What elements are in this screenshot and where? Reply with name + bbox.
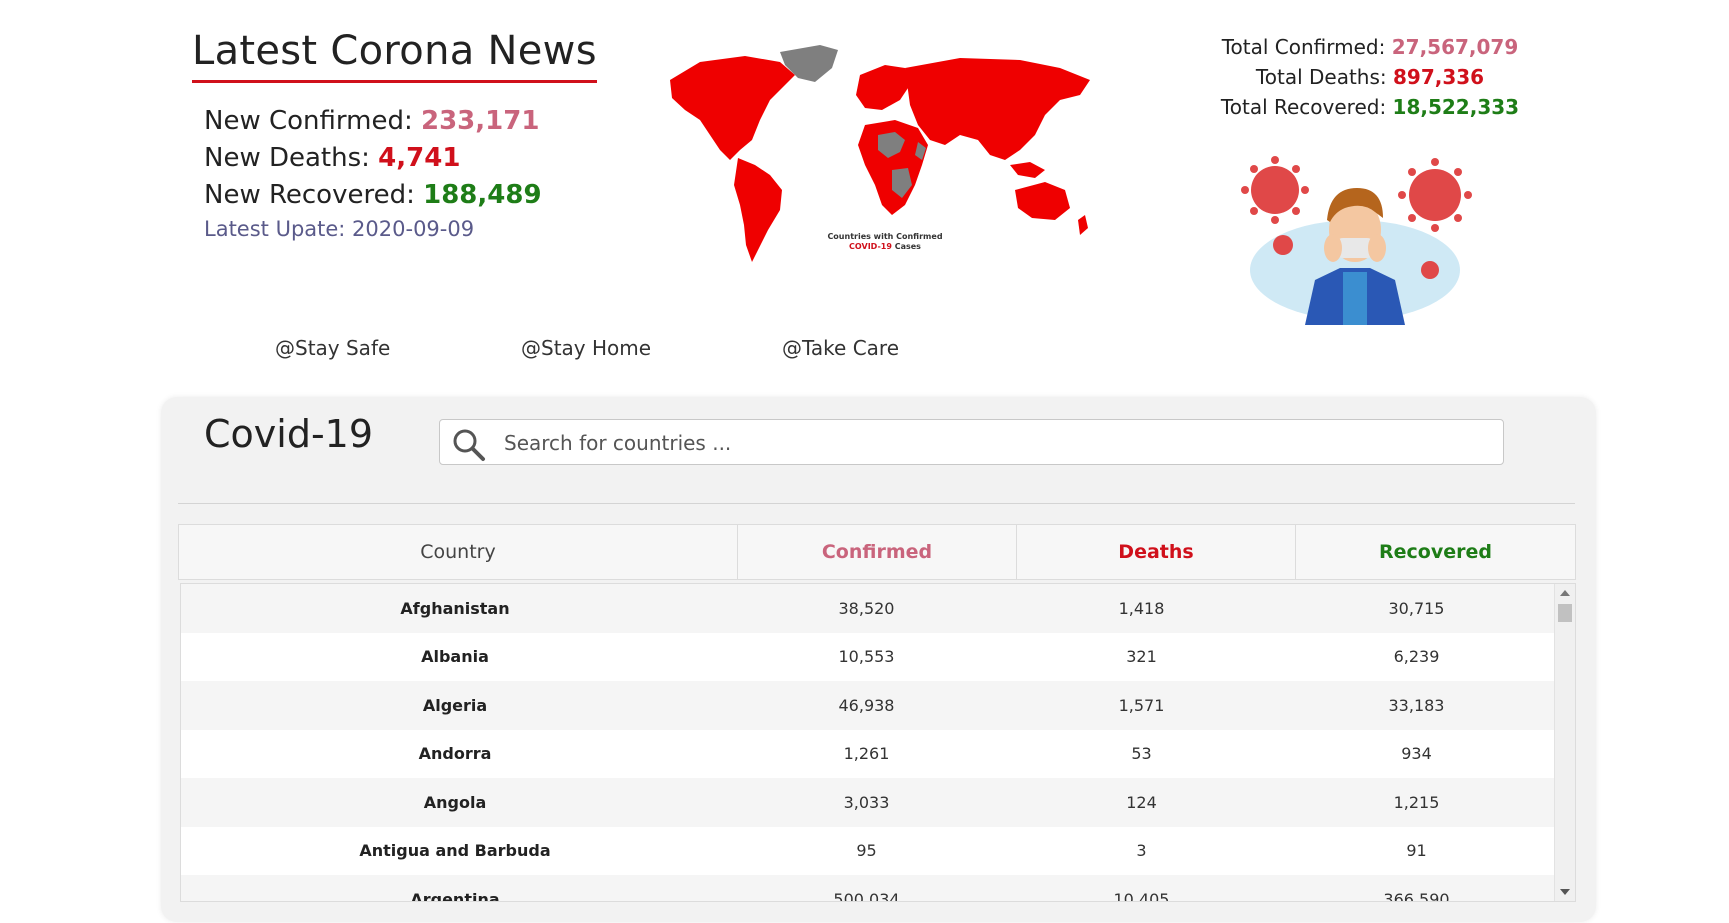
panel-title: Covid-19 [204, 412, 374, 456]
total-confirmed-value: 27,567,079 [1391, 35, 1519, 59]
scroll-up-arrow-icon[interactable] [1560, 590, 1570, 596]
cell-recovered: 934 [1401, 744, 1432, 764]
cell-deaths: 10,405 [1113, 889, 1170, 902]
masked-person-illustration [1241, 156, 1472, 325]
cell-recovered: 6,239 [1393, 647, 1440, 667]
hand-left [1324, 234, 1342, 262]
north-america-shape [670, 56, 795, 160]
south-america-shape [734, 158, 782, 262]
cell-confirmed: 500,034 [833, 889, 900, 902]
tag-stay-safe: @Stay Safe [275, 336, 391, 360]
cell-confirmed: 1,261 [843, 744, 890, 764]
asia-shape [905, 58, 1090, 160]
map-caption-line1: Countries with Confirmed [827, 232, 943, 241]
cell-deaths: 321 [1126, 647, 1157, 667]
new-deaths-value: 4,741 [378, 143, 461, 173]
new-zealand-shape [1078, 215, 1088, 235]
table-row[interactable]: Algeria 46,938 1,571 33,183 [181, 681, 1555, 730]
cell-recovered: 1,215 [1393, 792, 1440, 812]
virus-icon-right [1398, 158, 1472, 232]
scroll-down-arrow-icon[interactable] [1560, 889, 1570, 895]
new-recovered: New Recovered: 188,489 [204, 177, 542, 214]
person-shirt-stripes [1343, 272, 1367, 325]
cell-country: Albania [421, 647, 489, 667]
total-deaths: Total Deaths: 897,336 [1180, 62, 1560, 92]
total-stats: Total Confirmed: 27,567,079 Total Deaths… [1180, 32, 1560, 122]
total-recovered-label: Total Recovered: [1220, 95, 1387, 119]
australia-shape [1015, 182, 1070, 220]
cell-confirmed: 95 [856, 841, 877, 861]
table-row[interactable]: Angola 3,033 124 1,215 [181, 778, 1555, 827]
header-deaths[interactable]: Deaths [1017, 525, 1296, 579]
table-row[interactable]: Argentina 500,034 10,405 366,590 [181, 875, 1555, 902]
table-row[interactable]: Andorra 1,261 53 934 [181, 729, 1555, 778]
sea-islands-shape [1010, 162, 1045, 178]
cell-deaths: 1,571 [1118, 695, 1165, 715]
table-row[interactable]: Albania 10,553 321 6,239 [181, 632, 1555, 681]
search-icon [453, 429, 485, 461]
total-confirmed: Total Confirmed: 27,567,079 [1180, 32, 1560, 62]
new-stats: New Confirmed: 233,171 New Deaths: 4,741… [204, 103, 542, 244]
cell-country: Argentina [410, 889, 500, 902]
europe-shape [856, 65, 910, 110]
total-recovered: Total Recovered: 18,522,333 [1180, 92, 1560, 122]
header-recovered[interactable]: Recovered [1296, 525, 1575, 579]
page-title: Latest Corona News [192, 28, 597, 83]
cell-deaths: 53 [1131, 744, 1152, 764]
table-scrollbar[interactable] [1554, 584, 1575, 901]
cell-deaths: 124 [1126, 792, 1157, 812]
cell-recovered: 33,183 [1388, 695, 1445, 715]
latest-update: Latest Upate: 2020-09-09 [204, 217, 475, 241]
cell-country: Algeria [422, 695, 488, 715]
new-confirmed: New Confirmed: 233,171 [204, 103, 542, 140]
map-caption-line2: COVID-19 Cases [825, 242, 945, 252]
virus-icon-small-right [1421, 261, 1439, 279]
map-caption: Countries with Confirmed COVID-19 Cases [825, 232, 945, 252]
virus-icon-left [1241, 156, 1309, 224]
tag-take-care: @Take Care [782, 336, 900, 360]
cell-recovered: 91 [1406, 841, 1427, 861]
total-confirmed-label: Total Confirmed: [1221, 35, 1386, 59]
cell-country: Afghanistan [400, 598, 510, 618]
table-header: Country Confirmed Deaths Recovered [178, 524, 1576, 580]
table-row[interactable]: Antigua and Barbuda 95 3 91 [181, 826, 1555, 875]
cell-recovered: 30,715 [1388, 598, 1445, 618]
search-box[interactable] [439, 419, 1504, 466]
new-deaths: New Deaths: 4,741 [204, 140, 542, 177]
new-deaths-label: New Deaths: [204, 143, 370, 173]
header-country[interactable]: Country [179, 525, 738, 579]
cell-confirmed: 38,520 [838, 598, 895, 618]
cell-deaths: 3 [1136, 841, 1147, 861]
cell-deaths: 1,418 [1118, 598, 1165, 618]
cell-confirmed: 3,033 [843, 792, 890, 812]
total-deaths-label: Total Deaths: [1255, 65, 1387, 89]
map-caption-red: COVID-19 [849, 242, 892, 251]
map-caption-rest: Cases [894, 242, 921, 251]
header-confirmed[interactable]: Confirmed [738, 525, 1017, 579]
cell-country: Antigua and Barbuda [359, 841, 551, 861]
tag-stay-home: @Stay Home [521, 336, 652, 360]
new-confirmed-value: 233,171 [420, 106, 540, 136]
scrollbar-thumb[interactable] [1558, 604, 1572, 622]
search-input[interactable] [502, 420, 1486, 466]
cell-country: Andorra [418, 744, 492, 764]
cell-recovered: 366,590 [1383, 889, 1450, 902]
new-confirmed-label: New Confirmed: [204, 106, 413, 136]
cell-confirmed: 10,553 [838, 647, 895, 667]
total-deaths-value: 897,336 [1392, 65, 1485, 89]
cell-country: Angola [423, 792, 487, 812]
table-body[interactable]: Afghanistan 38,520 1,418 30,715 Albania 10,55… [180, 583, 1576, 902]
table-rows: Afghanistan 38,520 1,418 30,715 Albania 10,55… [181, 584, 1555, 902]
table-row[interactable]: Afghanistan 38,520 1,418 30,715 [181, 584, 1555, 633]
virus-icon-small-left [1273, 235, 1293, 255]
panel-divider [178, 503, 1575, 504]
total-recovered-value: 18,522,333 [1392, 95, 1520, 119]
cell-confirmed: 46,938 [838, 695, 895, 715]
new-recovered-label: New Recovered: [204, 180, 415, 210]
new-recovered-value: 188,489 [423, 180, 542, 210]
hand-right [1368, 234, 1386, 262]
